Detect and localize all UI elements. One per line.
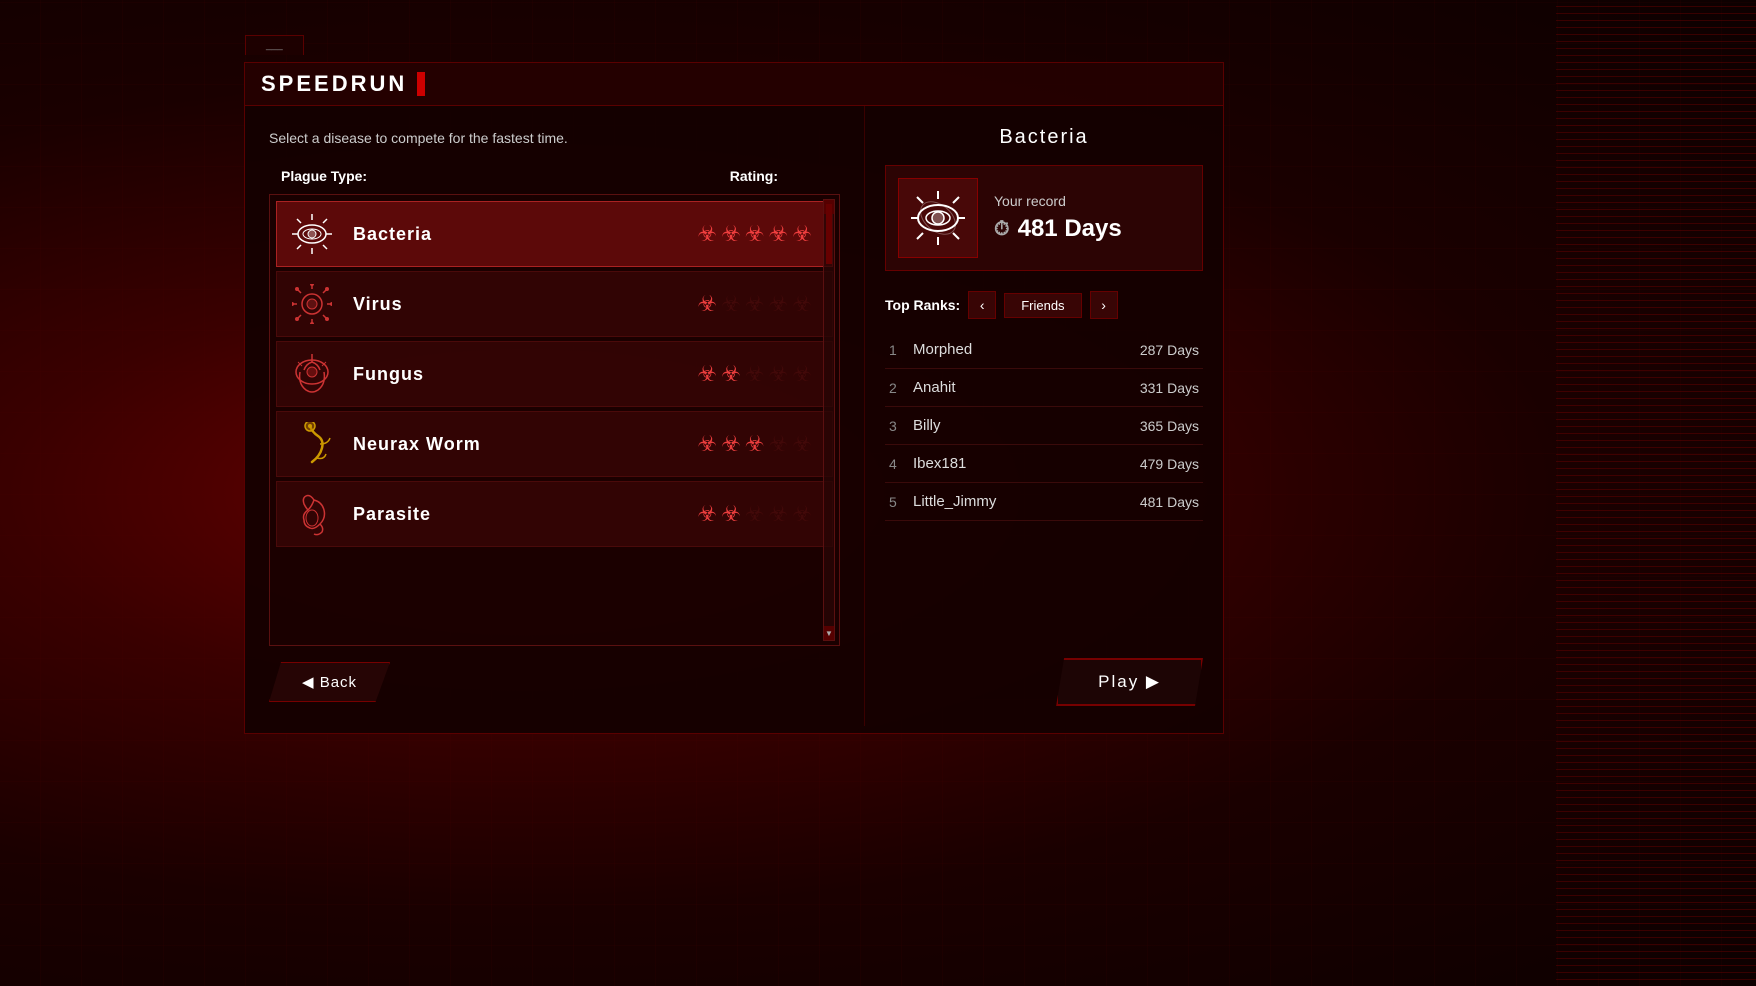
star-5: ☣ (792, 361, 812, 387)
disease-item-parasite[interactable]: Parasite ☣ ☣ ☣ ☣ ☣ (276, 481, 833, 547)
list-scrollbar[interactable]: ▲ ▼ (823, 199, 835, 641)
rank-days-3: 365 Days (1140, 418, 1199, 434)
neurax-worm-rating: ☣ ☣ ☣ ☣ ☣ (697, 431, 812, 457)
rank-number-1: 1 (889, 342, 913, 358)
play-button[interactable]: Play ▶ (1056, 658, 1203, 706)
rank-number-3: 3 (889, 418, 913, 434)
star-5: ☣ (792, 221, 812, 247)
disease-list: Bacteria ☣ ☣ ☣ ☣ ☣ (270, 195, 839, 645)
star-4: ☣ (769, 291, 789, 317)
neurax-worm-name: Neurax Worm (353, 434, 697, 455)
bacteria-name: Bacteria (353, 224, 697, 245)
parasite-name: Parasite (353, 504, 697, 525)
record-days: 481 Days (1018, 215, 1122, 243)
title-bar: ___ SPEEDRUN (245, 63, 1223, 106)
star-3: ☣ (745, 361, 765, 387)
top-ranks-label: Top Ranks: (885, 297, 960, 313)
record-label: Your record (994, 193, 1190, 209)
rank-filter-friends-btn[interactable]: Friends (1004, 293, 1081, 318)
rank-row-3: 3 Billy 365 Days (885, 407, 1203, 445)
rank-name-3: Billy (913, 417, 1140, 434)
record-disease-icon (898, 178, 978, 258)
disease-list-wrapper: Bacteria ☣ ☣ ☣ ☣ ☣ (269, 194, 840, 646)
rank-prev-btn[interactable]: ‹ (968, 291, 996, 319)
rank-number-4: 4 (889, 456, 913, 472)
window-tab: ___ (245, 35, 304, 55)
star-4: ☣ (769, 221, 789, 247)
fungus-icon (287, 349, 337, 399)
fungus-name: Fungus (353, 364, 697, 385)
star-2: ☣ (721, 291, 741, 317)
rank-row-1: 1 Morphed 287 Days (885, 331, 1203, 369)
star-5: ☣ (792, 291, 812, 317)
disease-item-neurax-worm[interactable]: Neurax Worm ☣ ☣ ☣ ☣ ☣ (276, 411, 833, 477)
rank-name-1: Morphed (913, 341, 1140, 358)
star-1: ☣ (697, 361, 717, 387)
star-1: ☣ (697, 431, 717, 457)
rank-number-5: 5 (889, 494, 913, 510)
disease-item-fungus[interactable]: Fungus ☣ ☣ ☣ ☣ ☣ (276, 341, 833, 407)
star-1: ☣ (697, 291, 717, 317)
virus-rating: ☣ ☣ ☣ ☣ ☣ (697, 291, 812, 317)
star-3: ☣ (745, 291, 765, 317)
bacteria-icon (287, 209, 337, 259)
star-1: ☣ (697, 501, 717, 527)
background-right-lines (1556, 0, 1756, 986)
rank-days-5: 481 Days (1140, 494, 1199, 510)
fungus-rating: ☣ ☣ ☣ ☣ ☣ (697, 361, 812, 387)
rank-name-4: Ibex181 (913, 455, 1140, 472)
virus-name: Virus (353, 294, 697, 315)
star-5: ☣ (792, 501, 812, 527)
rating-header: Rating: (730, 168, 828, 184)
parasite-icon (287, 489, 337, 539)
rank-name-2: Anahit (913, 379, 1140, 396)
star-2: ☣ (721, 221, 741, 247)
scrollbar-thumb[interactable] (826, 204, 832, 264)
rank-number-2: 2 (889, 380, 913, 396)
record-card: Your record ⏱ 481 Days (885, 165, 1203, 271)
star-3: ☣ (745, 221, 765, 247)
rank-days-2: 331 Days (1140, 380, 1199, 396)
top-ranks-header: Top Ranks: ‹ Friends › (885, 291, 1203, 319)
parasite-rating: ☣ ☣ ☣ ☣ ☣ (697, 501, 812, 527)
star-3: ☣ (745, 431, 765, 457)
record-info: Your record ⏱ 481 Days (994, 193, 1190, 243)
plague-type-header: Plague Type: (281, 168, 730, 184)
table-header: Plague Type: Rating: (269, 162, 840, 190)
star-2: ☣ (721, 361, 741, 387)
rank-row-5: 5 Little_Jimmy 481 Days (885, 483, 1203, 521)
record-value: ⏱ 481 Days (994, 215, 1190, 243)
title-accent-bar (417, 72, 425, 96)
star-4: ☣ (769, 501, 789, 527)
select-instruction: Select a disease to compete for the fast… (269, 130, 840, 146)
rank-days-4: 479 Days (1140, 456, 1199, 472)
page-title: SPEEDRUN (261, 71, 407, 97)
back-button[interactable]: ◀ Back (269, 662, 390, 702)
rank-row-2: 2 Anahit 331 Days (885, 369, 1203, 407)
disease-item-virus[interactable]: Virus ☣ ☣ ☣ ☣ ☣ (276, 271, 833, 337)
left-panel: Select a disease to compete for the fast… (245, 106, 865, 726)
main-window: ___ SPEEDRUN Select a disease to compete… (244, 62, 1224, 734)
star-3: ☣ (745, 501, 765, 527)
leaderboard: 1 Morphed 287 Days 2 Anahit 331 Days 3 B… (885, 331, 1203, 658)
rank-row-4: 4 Ibex181 479 Days (885, 445, 1203, 483)
star-4: ☣ (769, 431, 789, 457)
bacteria-rating: ☣ ☣ ☣ ☣ ☣ (697, 221, 812, 247)
rank-name-5: Little_Jimmy (913, 493, 1140, 510)
right-panel: Bacteria (865, 106, 1223, 726)
clock-icon: ⏱ (994, 218, 1010, 241)
star-4: ☣ (769, 361, 789, 387)
star-2: ☣ (721, 501, 741, 527)
star-5: ☣ (792, 431, 812, 457)
rank-days-1: 287 Days (1140, 342, 1199, 358)
scrollbar-down-btn[interactable]: ▼ (824, 626, 834, 640)
neurax-worm-icon (287, 419, 337, 469)
content-area: Select a disease to compete for the fast… (245, 106, 1223, 726)
rank-next-btn[interactable]: › (1090, 291, 1118, 319)
star-1: ☣ (697, 221, 717, 247)
star-2: ☣ (721, 431, 741, 457)
selected-disease-title: Bacteria (885, 126, 1203, 149)
virus-icon (287, 279, 337, 329)
disease-item-bacteria[interactable]: Bacteria ☣ ☣ ☣ ☣ ☣ (276, 201, 833, 267)
